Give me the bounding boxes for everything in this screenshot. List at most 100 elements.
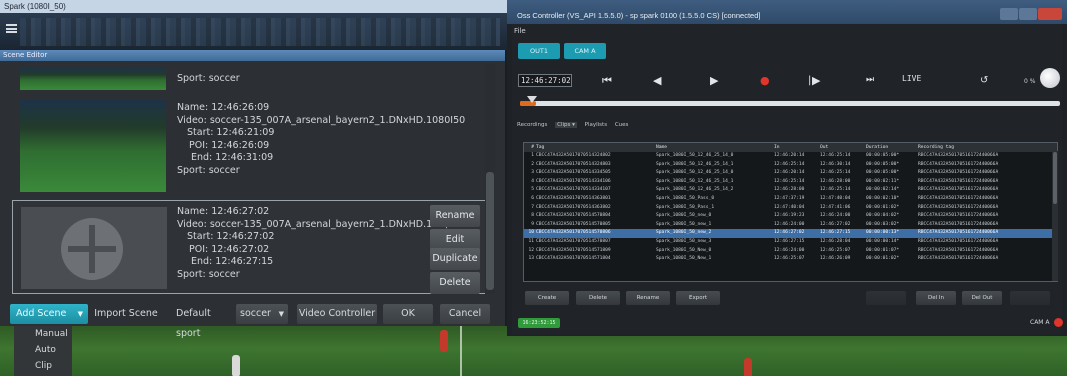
cancel-button[interactable]: Cancel bbox=[440, 304, 490, 324]
table-cell: 5 bbox=[531, 187, 534, 193]
minimize-button[interactable] bbox=[1000, 8, 1018, 20]
table-row[interactable]: 5 CBCC47A432A5017070514334107 Spark_1080I_… bbox=[524, 186, 1057, 195]
table-row[interactable]: 13 CBCC47A432A5017070514571804 Spark_1080I… bbox=[524, 255, 1057, 264]
table-cell: 00:00:05:00* bbox=[866, 161, 900, 167]
table-cell: 12:46:25:14 bbox=[820, 153, 851, 158]
table-row[interactable]: 4 CBCC47A432A5017070514334106 Spark_1080I_… bbox=[524, 178, 1057, 187]
speed-knob[interactable] bbox=[1040, 68, 1060, 88]
table-cell: RBCC47A432A50170516172440066A bbox=[918, 213, 999, 219]
table-row[interactable]: 12 CBCC47A432A5017070514571809 Spark_1080I… bbox=[524, 247, 1057, 256]
delete-button[interactable]: Delete bbox=[430, 272, 480, 294]
table-row[interactable]: 2 CBCC47A432A5017070514324803 Spark_1080I_… bbox=[524, 161, 1057, 170]
table-row[interactable]: 3 CBCC47A432A5017070514334505 Spark_1080I_… bbox=[524, 169, 1057, 178]
play-icon[interactable]: ▶ bbox=[710, 74, 718, 87]
step-forward-icon[interactable]: ▶ bbox=[812, 74, 820, 87]
table-scrollbar-thumb[interactable] bbox=[1053, 152, 1057, 204]
column-header[interactable]: Name bbox=[656, 143, 774, 152]
table-row[interactable]: 10 CBCC47A432A5017070514570806 Spark_1080I… bbox=[524, 229, 1057, 238]
scene-thumbnail[interactable] bbox=[20, 68, 166, 90]
tab-recordings[interactable]: Recordings bbox=[517, 122, 547, 128]
table-row[interactable]: 6 CBCC47A432A5017070514363801 Spark_1080I_… bbox=[524, 195, 1057, 204]
table-cell: Spark_1080I_50_12_46_25_14_2 bbox=[656, 187, 734, 193]
table-cell: 12:46:27:15 bbox=[774, 238, 805, 244]
delete-clip-button[interactable]: Delete bbox=[576, 291, 620, 305]
position-slider[interactable] bbox=[520, 101, 1060, 106]
scene-item[interactable]: Sport: soccer bbox=[177, 73, 240, 86]
skip-back-icon[interactable]: ⏮ bbox=[602, 74, 612, 87]
menu-icon[interactable] bbox=[6, 24, 17, 33]
table-row[interactable]: 9 CBCC47A432A5017070514570805 Spark_1080I_… bbox=[524, 221, 1057, 230]
column-header[interactable]: # bbox=[524, 143, 536, 152]
pitch-line bbox=[460, 326, 462, 376]
position-slider-thumb[interactable] bbox=[527, 96, 537, 103]
table-cell: RBCC47A432A50170516172440066A bbox=[918, 195, 999, 201]
rename-button[interactable]: Rename bbox=[430, 205, 480, 227]
tab-playlists[interactable]: Playlists bbox=[585, 122, 607, 128]
default-sport-label: Default sport bbox=[176, 308, 211, 339]
del-in-button[interactable]: Del In bbox=[916, 291, 956, 305]
scene-thumbnail[interactable] bbox=[20, 100, 166, 192]
tab-clips[interactable]: Clips ▾ bbox=[555, 122, 577, 128]
scene-details: Name: 12:46:27:02 Video: soccer-135_007A… bbox=[177, 206, 448, 282]
table-row[interactable]: 1 CBCC47A432A5017070514324802 Spark_1080I_… bbox=[524, 152, 1057, 161]
add-scene-label: Add Scene bbox=[16, 308, 67, 319]
import-scene-button[interactable]: Import Scene bbox=[90, 304, 162, 324]
table-cell: 12:46:30:14 bbox=[820, 161, 851, 167]
step-back-icon[interactable]: ◀ bbox=[653, 74, 661, 87]
table-cell: 12:46:25:14 bbox=[774, 178, 805, 184]
scene-poi: POI: 12:46:26:09 bbox=[189, 139, 270, 151]
table-cell: RBCC47A432A50170516172440066A bbox=[918, 238, 999, 244]
scene-name: Name: 12:46:27:02 bbox=[177, 206, 270, 217]
maximize-button[interactable] bbox=[1019, 8, 1037, 20]
video-controller-button[interactable]: Video Controller bbox=[297, 304, 377, 324]
table-cell: 6 bbox=[531, 195, 534, 201]
menu-item-clip[interactable]: Clip bbox=[14, 358, 72, 374]
loop-icon[interactable]: ↺ bbox=[980, 74, 988, 87]
table-cell: 12:46:28:00 bbox=[774, 187, 805, 193]
create-button[interactable]: Create bbox=[525, 291, 569, 305]
scene-end: End: 12:46:27:15 bbox=[191, 256, 274, 268]
close-button[interactable] bbox=[1038, 8, 1062, 20]
rename-clip-button[interactable]: Rename bbox=[626, 291, 670, 305]
tab-out1[interactable]: OUT1 bbox=[518, 43, 560, 59]
duplicate-button[interactable]: Duplicate bbox=[430, 248, 480, 270]
add-scene-button[interactable]: Add Scene ▼ bbox=[10, 304, 88, 324]
column-header[interactable]: Tag bbox=[536, 143, 656, 152]
tab-cam-a[interactable]: CAM A bbox=[564, 43, 606, 59]
table-row[interactable]: 11 CBCC47A432A5017070514570807 Spark_1080I… bbox=[524, 238, 1057, 247]
column-header[interactable]: Duration bbox=[866, 143, 918, 152]
table-row[interactable]: 7 CBCC47A432A5017070514363802 Spark_1080I_… bbox=[524, 204, 1057, 213]
table-cell: RBCC47A432A50170516172440066A bbox=[918, 256, 999, 262]
table-cell: 10 bbox=[528, 230, 534, 236]
default-sport-select[interactable]: soccer ▼ bbox=[236, 304, 288, 324]
tab-cues[interactable]: Cues bbox=[615, 122, 629, 128]
column-header[interactable]: In bbox=[774, 143, 820, 152]
live-button[interactable]: LIVE bbox=[902, 74, 921, 83]
table-cell: CBCC47A432A5017070514334106 bbox=[536, 178, 611, 184]
table-cell: 12:46:25:14 bbox=[820, 170, 851, 176]
table-cell: RBCC47A432A50170516172440066A bbox=[918, 230, 999, 236]
table-cell: Spark_1080I_50_12_46_25_14_1 bbox=[656, 161, 734, 167]
table-row[interactable]: 8 CBCC47A432A5017070514570804 Spark_1080I_… bbox=[524, 212, 1057, 221]
scene-item[interactable]: Name: 12:46:26:09 bbox=[177, 102, 269, 115]
scene-details: Video: soccer-135_007A_arsenal_bayern2_1… bbox=[177, 115, 465, 178]
skip-forward-icon[interactable]: ⏭ bbox=[866, 74, 874, 87]
table-cell: CBCC47A432A5017070514324802 bbox=[536, 153, 611, 158]
menu-item-auto[interactable]: Auto bbox=[14, 342, 72, 358]
del-out-button[interactable]: Del Out bbox=[962, 291, 1002, 305]
ok-button[interactable]: OK bbox=[383, 304, 433, 324]
menu-item-manual[interactable]: Manual bbox=[14, 326, 72, 342]
column-header[interactable]: Out bbox=[820, 143, 866, 152]
scrollbar-thumb[interactable] bbox=[486, 172, 494, 290]
table-cell: 00:00:00:13* bbox=[866, 230, 900, 236]
record-icon[interactable]: ● bbox=[760, 74, 770, 87]
table-cell: RBCC47A432A50170516172440066A bbox=[918, 247, 999, 253]
table-cell: 8 bbox=[531, 213, 534, 219]
table-cell: RBCC47A432A50170516172440066A bbox=[918, 221, 999, 227]
column-header[interactable]: Recording tag bbox=[918, 143, 1048, 152]
export-button[interactable]: Export bbox=[676, 291, 720, 305]
table-cell: 12:46:28:04 bbox=[820, 238, 851, 244]
menu-file[interactable]: File bbox=[514, 27, 526, 35]
table-cell: 1 bbox=[531, 153, 534, 158]
clips-table: # Tag Name In Out Duration Recording tag 1 CBCC4… bbox=[523, 142, 1058, 282]
